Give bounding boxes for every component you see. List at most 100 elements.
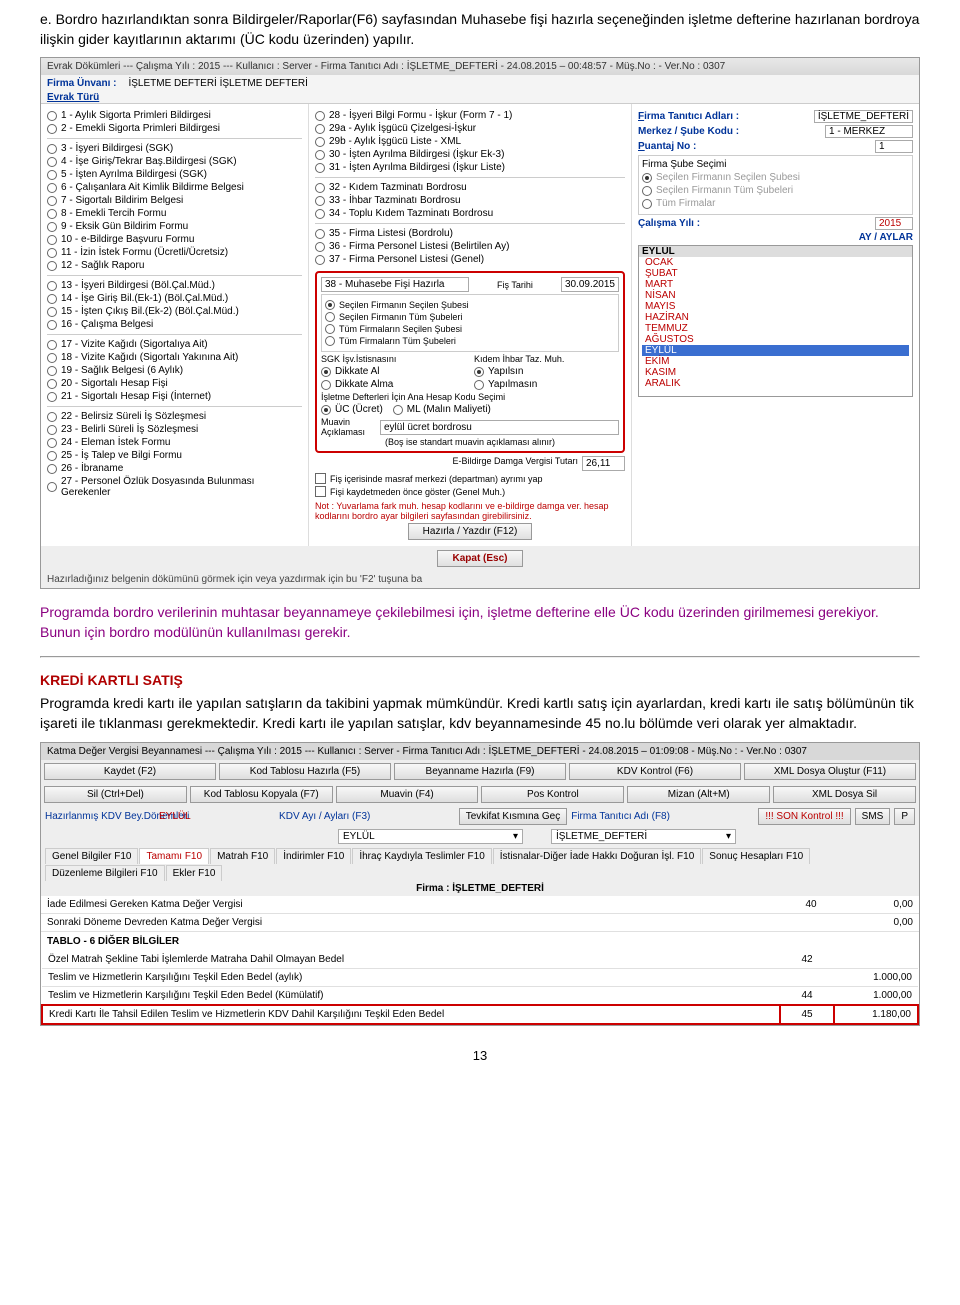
radio-option[interactable]: 33 - İhbar Tazminatı Bordrosu xyxy=(315,195,625,206)
radio-option[interactable]: 28 - İşyeri Bilgi Formu - İşkur (Form 7 … xyxy=(315,110,625,121)
tab[interactable]: Matrah F10 xyxy=(210,848,275,864)
radio-option[interactable]: 4 - İşe Giriş/Tekrar Baş.Bildirgesi (SGK… xyxy=(47,156,302,167)
kdvay-select[interactable]: EYLÜL▾ xyxy=(338,829,523,844)
opt-38[interactable]: 38 - Muhasebe Fişi Hazırla xyxy=(321,277,469,292)
dikkate-al[interactable]: Dikkate Al xyxy=(321,366,466,377)
scope-option[interactable]: Seçilen Firmanın Tüm Şubeleri xyxy=(325,312,615,322)
scope-option[interactable]: Tüm Firmaların Tüm Şubeleri xyxy=(325,336,615,346)
toolbar-button[interactable]: Muavin (F4) xyxy=(336,786,479,803)
radio-option[interactable]: 35 - Firma Listesi (Bordrolu) xyxy=(315,228,625,239)
month-item[interactable]: MART xyxy=(642,279,909,290)
radio-option[interactable]: 16 - Çalışma Belgesi xyxy=(47,319,302,330)
scope-option[interactable]: Tüm Firmaların Seçilen Şubesi xyxy=(325,324,615,334)
chk-goster[interactable]: Fişi kaydetmeden önce göster (Genel Muh.… xyxy=(315,486,625,497)
month-item[interactable]: AĞUSTOS xyxy=(642,334,909,345)
toolbar-button[interactable]: XML Dosya Oluştur (F11) xyxy=(744,763,916,780)
month-item[interactable]: MAYIS xyxy=(642,301,909,312)
chk-masraf[interactable]: Fiş içerisinde masraf merkezi (departman… xyxy=(315,473,625,484)
radio-option[interactable]: 1 - Aylık Sigorta Primleri Bildirgesi xyxy=(47,110,302,121)
toolbar-button[interactable]: XML Dosya Sil xyxy=(773,786,916,803)
month-item[interactable]: TEMMUZ xyxy=(642,323,909,334)
sube-option[interactable]: Seçilen Firmanın Tüm Şubeleri xyxy=(642,185,909,196)
tab[interactable]: Genel Bilgiler F10 xyxy=(45,848,138,864)
tevkifat-button[interactable]: Tevkifat Kısmına Geç xyxy=(459,808,567,825)
month-item[interactable]: EKİM xyxy=(642,356,909,367)
radio-option[interactable]: 8 - Emekli Tercih Formu xyxy=(47,208,302,219)
month-item[interactable]: OCAK xyxy=(642,257,909,268)
radio-option[interactable]: 18 - Vizite Kağıdı (Sigortalı Yakınına A… xyxy=(47,352,302,363)
toolbar-button[interactable]: Mizan (Alt+M) xyxy=(627,786,770,803)
scope-option[interactable]: Seçilen Firmanın Seçilen Şubesi xyxy=(325,300,615,310)
radio-option[interactable]: 29a - Aylık İşgücü Çizelgesi-İşkur xyxy=(315,123,625,134)
radio-option[interactable]: 31 - İşten Ayrılma Bildirgesi (İşkur Lis… xyxy=(315,162,625,173)
radio-option[interactable]: 11 - İzin İstek Formu (Ücretli/Ücretsiz) xyxy=(47,247,302,258)
radio-option[interactable]: 27 - Personel Özlük Dosyasında Bulunması… xyxy=(47,476,302,498)
radio-option[interactable]: 25 - İş Talep ve Bilgi Formu xyxy=(47,450,302,461)
radio-option[interactable]: 13 - İşyeri Bildirgesi (Böl.Çal.Müd.) xyxy=(47,280,302,291)
toolbar-button[interactable]: Beyanname Hazırla (F9) xyxy=(394,763,566,780)
tab[interactable]: Tamamı F10 xyxy=(139,848,209,864)
radio-option[interactable]: 7 - Sigortalı Bildirim Belgesi xyxy=(47,195,302,206)
radio-option[interactable]: 37 - Firma Personel Listesi (Genel) xyxy=(315,254,625,265)
tab[interactable]: İhraç Kaydıyla Teslimler F10 xyxy=(352,848,491,864)
toolbar-button[interactable]: Kaydet (F2) xyxy=(44,763,216,780)
uc-option[interactable]: ÜC (Ücret) xyxy=(321,404,383,415)
dikkate-alma[interactable]: Dikkate Alma xyxy=(321,379,466,390)
radio-option[interactable]: 32 - Kıdem Tazminatı Bordrosu xyxy=(315,182,625,193)
cy-val[interactable]: 2015 xyxy=(875,217,913,230)
radio-option[interactable]: 17 - Vizite Kağıdı (Sigortalıya Ait) xyxy=(47,339,302,350)
radio-option[interactable]: 36 - Firma Personel Listesi (Belirtilen … xyxy=(315,241,625,252)
tab[interactable]: İstisnalar-Diğer İade Hakkı Doğuran İşl.… xyxy=(493,848,702,864)
toolbar-button[interactable]: Sil (Ctrl+Del) xyxy=(44,786,187,803)
radio-option[interactable]: 29b - Aylık İşgücü Liste - XML xyxy=(315,136,625,147)
tab[interactable]: Sonuç Hesapları F10 xyxy=(702,848,810,864)
kapat-button[interactable]: Kapat (Esc) xyxy=(437,550,522,567)
radio-option[interactable]: 5 - İşten Ayrılma Bildirgesi (SGK) xyxy=(47,169,302,180)
radio-option[interactable]: 9 - Eksik Gün Bildirim Formu xyxy=(47,221,302,232)
radio-option[interactable]: 22 - Belirsiz Süreli İş Sözleşmesi xyxy=(47,411,302,422)
ml-option[interactable]: ML (Malın Maliyeti) xyxy=(393,404,491,415)
muavin-input[interactable]: eylül ücret bordrosu xyxy=(380,420,619,435)
radio-option[interactable]: 20 - Sigortalı Hesap Fişi xyxy=(47,378,302,389)
tab[interactable]: Düzenleme Bilgileri F10 xyxy=(45,865,165,881)
month-list[interactable]: EYLÜL OCAKŞUBATMARTNİSANMAYISHAZİRANTEMM… xyxy=(638,245,913,397)
tab[interactable]: Ekler F10 xyxy=(166,865,223,881)
radio-option[interactable]: 26 - İbraname xyxy=(47,463,302,474)
month-item[interactable]: KASIM xyxy=(642,367,909,378)
sms-button[interactable]: SMS xyxy=(855,808,891,825)
p-button[interactable]: P xyxy=(894,808,915,825)
yapilsin[interactable]: Yapılsın xyxy=(474,366,619,377)
radio-option[interactable]: 19 - Sağlık Belgesi (6 Aylık) xyxy=(47,365,302,376)
month-item[interactable]: EYLÜL xyxy=(642,345,909,356)
month-item[interactable]: NİSAN xyxy=(642,290,909,301)
radio-option[interactable]: 3 - İşyeri Bildirgesi (SGK) xyxy=(47,143,302,154)
pn-val[interactable]: 1 xyxy=(875,140,913,153)
radio-option[interactable]: 21 - Sigortalı Hesap Fişi (İnternet) xyxy=(47,391,302,402)
sube-option[interactable]: Tüm Firmalar xyxy=(642,198,909,209)
fta-select[interactable]: İŞLETME_DEFTERİ▾ xyxy=(551,829,736,844)
radio-option[interactable]: 2 - Emekli Sigorta Primleri Bildirgesi xyxy=(47,123,302,134)
month-item[interactable]: ARALIK xyxy=(642,378,909,389)
toolbar-button[interactable]: Kod Tablosu Hazırla (F5) xyxy=(219,763,391,780)
tab[interactable]: İndirimler F10 xyxy=(276,848,351,864)
toolbar-button[interactable]: Kod Tablosu Kopyala (F7) xyxy=(190,786,333,803)
radio-option[interactable]: 10 - e-Bildirge Başvuru Formu xyxy=(47,234,302,245)
radio-option[interactable]: 24 - Eleman İstek Formu xyxy=(47,437,302,448)
radio-option[interactable]: 14 - İşe Giriş Bil.(Ek-1) (Böl.Çal.Müd.) xyxy=(47,293,302,304)
toolbar-button[interactable]: KDV Kontrol (F6) xyxy=(569,763,741,780)
fta-val[interactable]: İŞLETME_DEFTERİ xyxy=(814,110,913,123)
radio-option[interactable]: 15 - İşten Çıkış Bil.(Ek-2) (Böl.Çal.Müd… xyxy=(47,306,302,317)
yapilmasin[interactable]: Yapılmasın xyxy=(474,379,619,390)
ebildirge-val[interactable]: 26,11 xyxy=(582,456,625,471)
msk-val[interactable]: 1 - MERKEZ xyxy=(825,125,913,138)
sube-option[interactable]: Seçilen Firmanın Seçilen Şubesi xyxy=(642,172,909,183)
radio-option[interactable]: 34 - Toplu Kıdem Tazminatı Bordrosu xyxy=(315,208,625,219)
month-item[interactable]: ŞUBAT xyxy=(642,268,909,279)
month-item[interactable]: HAZİRAN xyxy=(642,312,909,323)
radio-option[interactable]: 30 - İşten Ayrılma Bildirgesi (İşkur Ek-… xyxy=(315,149,625,160)
son-kontrol-button[interactable]: !!! SON Kontrol !!! xyxy=(758,808,850,825)
radio-option[interactable]: 12 - Sağlık Raporu xyxy=(47,260,302,271)
radio-option[interactable]: 23 - Belirli Süreli İş Sözleşmesi xyxy=(47,424,302,435)
fis-tarihi-input[interactable]: 30.09.2015 xyxy=(561,277,619,292)
radio-option[interactable]: 6 - Çalışanlara Ait Kimlik Bildirme Belg… xyxy=(47,182,302,193)
